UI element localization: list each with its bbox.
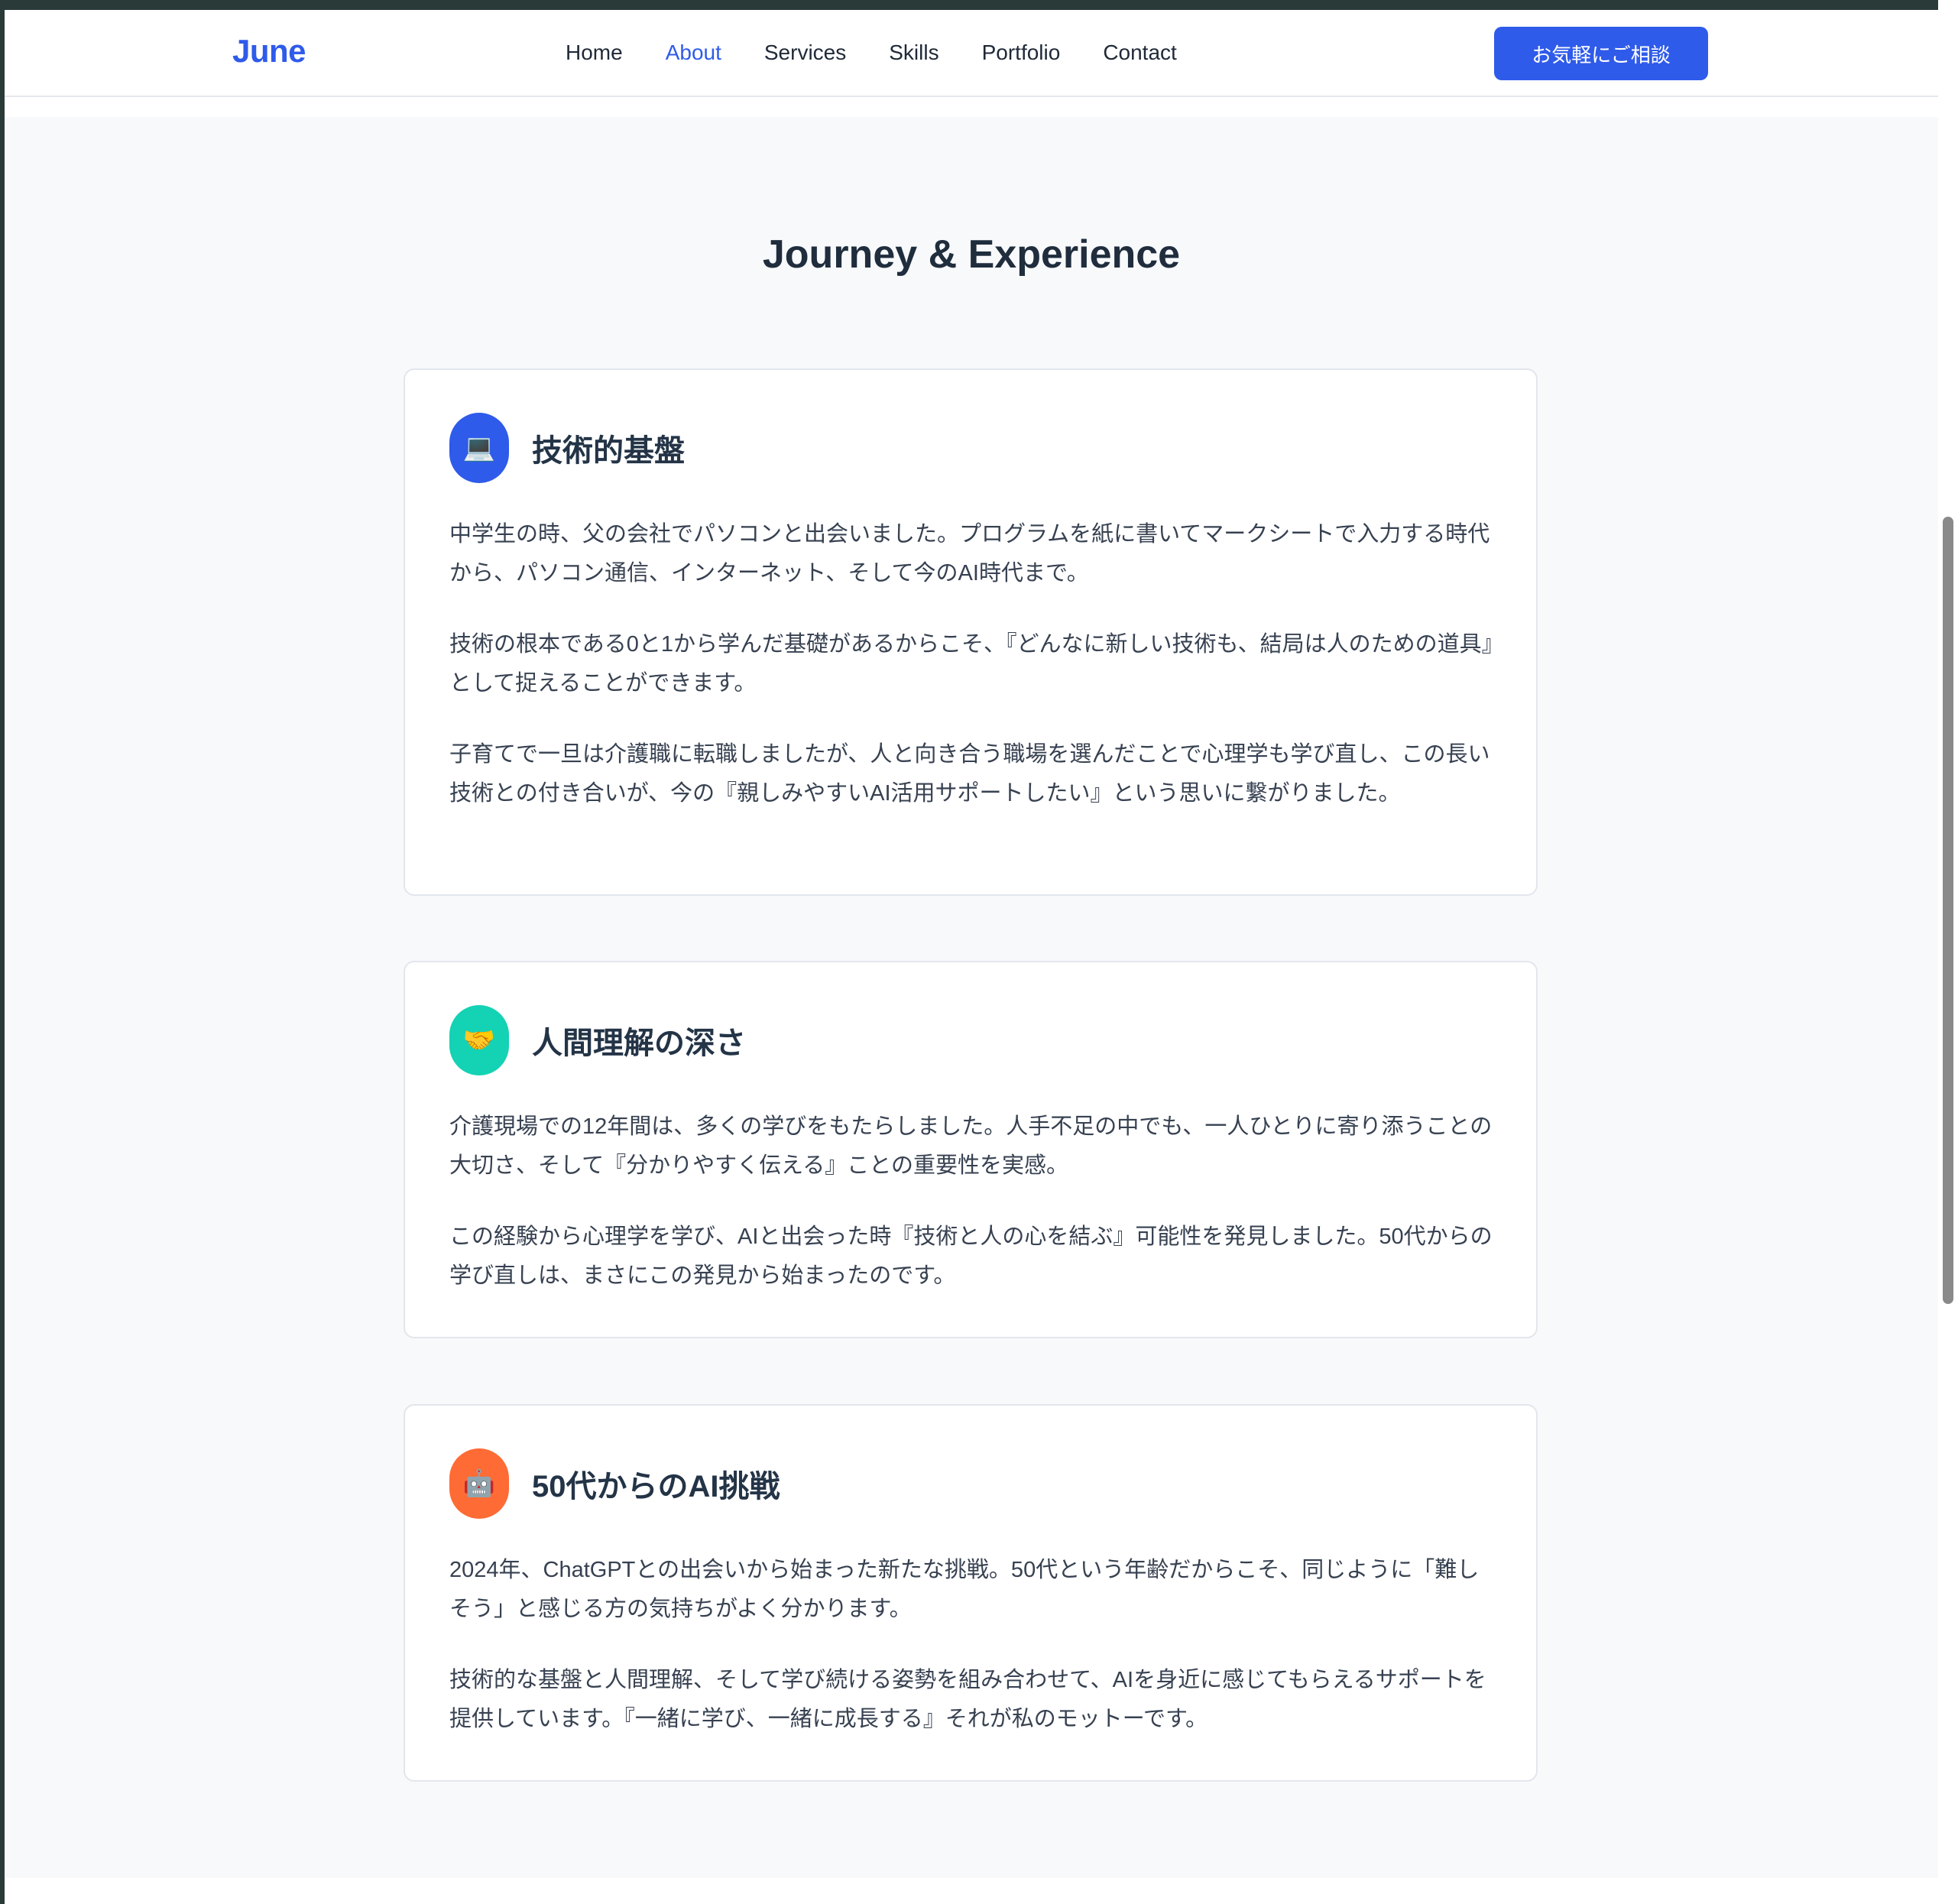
consult-button[interactable]: お気軽にご相談	[1494, 27, 1708, 80]
card-paragraph: 中学生の時、父の会社でパソコンと出会いました。プログラムを紙に書いてマークシート…	[449, 522, 1490, 585]
card-title: 人間理解の深さ	[532, 1027, 746, 1060]
card-paragraph: この経験から心理学を学び、AIと出会った時『技術と人の心を結ぶ』可能性を発見しま…	[449, 1224, 1493, 1288]
card-body: 中学生の時、父の会社でパソコンと出会いました。プログラムを紙に書いてマークシート…	[449, 515, 1493, 813]
card-title: 技術的基盤	[532, 434, 685, 468]
section-title: Journey & Experience	[762, 232, 1181, 277]
nav-link-services[interactable]: Services	[764, 41, 846, 65]
card-title: 50代からのAI挑戦	[532, 1470, 780, 1503]
experience-card-tech: 💻 技術的基盤 中学生の時、父の会社でパソコンと出会いました。プログラムを紙に書…	[404, 368, 1538, 896]
experience-card-ai: 🤖 50代からのAI挑戦 2024年、ChatGPTとの出会いから始まった新たな…	[404, 1404, 1538, 1782]
card-header: 🤖 50代からのAI挑戦	[449, 1448, 1492, 1519]
card-header: 🤝 人間理解の深さ	[449, 1005, 1492, 1075]
nav-links: Home About Services Skills Portfolio Con…	[566, 41, 1220, 65]
experience-card-human: 🤝 人間理解の深さ 介護現場での12年間は、多くの学びをもたらしました。人手不足…	[404, 961, 1538, 1338]
card-header: 💻 技術的基盤	[449, 413, 1492, 483]
laptop-icon: 💻	[449, 413, 509, 483]
scrollbar-thumb[interactable]	[1943, 517, 1953, 1304]
window-top-strip	[0, 0, 1958, 10]
nav-link-home[interactable]: Home	[566, 41, 623, 65]
handshake-icon: 🤝	[449, 1005, 509, 1075]
nav-link-contact[interactable]: Contact	[1103, 41, 1177, 65]
card-paragraph: 介護現場での12年間は、多くの学びをもたらしました。人手不足の中でも、一人ひとり…	[449, 1114, 1493, 1178]
card-paragraph: 技術的な基盤と人間理解、そして学び続ける姿勢を組み合わせて、AIを身近に感じても…	[449, 1668, 1486, 1731]
card-paragraph: 技術の根本である0と1から学んだ基礎があるからこそ、『どんなに新しい技術も、結局…	[449, 632, 1493, 696]
card-body: 介護現場での12年間は、多くの学びをもたらしました。人手不足の中でも、一人ひとり…	[449, 1108, 1493, 1296]
card-body: 2024年、ChatGPTとの出会いから始まった新たな挑戦。50代という年齢だか…	[449, 1551, 1492, 1739]
card-paragraph: 2024年、ChatGPTとの出会いから始まった新たな挑戦。50代という年齢だか…	[449, 1558, 1480, 1621]
site-logo[interactable]: June	[232, 33, 306, 70]
card-paragraph: 子育てで一旦は介護職に転職しましたが、人と向き合う職場を選んだことで心理学も学び…	[449, 742, 1490, 806]
about-section: Journey & Experience 💻 技術的基盤 中学生の時、父の会社で…	[5, 117, 1938, 1878]
nav-link-portfolio[interactable]: Portfolio	[982, 41, 1061, 65]
nav-link-about[interactable]: About	[666, 41, 721, 65]
nav-link-skills[interactable]: Skills	[889, 41, 938, 65]
browser-viewport: June Home About Services Skills Portfoli…	[5, 10, 1938, 1904]
robot-icon: 🤖	[449, 1448, 509, 1519]
navbar: June Home About Services Skills Portfoli…	[5, 10, 1938, 97]
